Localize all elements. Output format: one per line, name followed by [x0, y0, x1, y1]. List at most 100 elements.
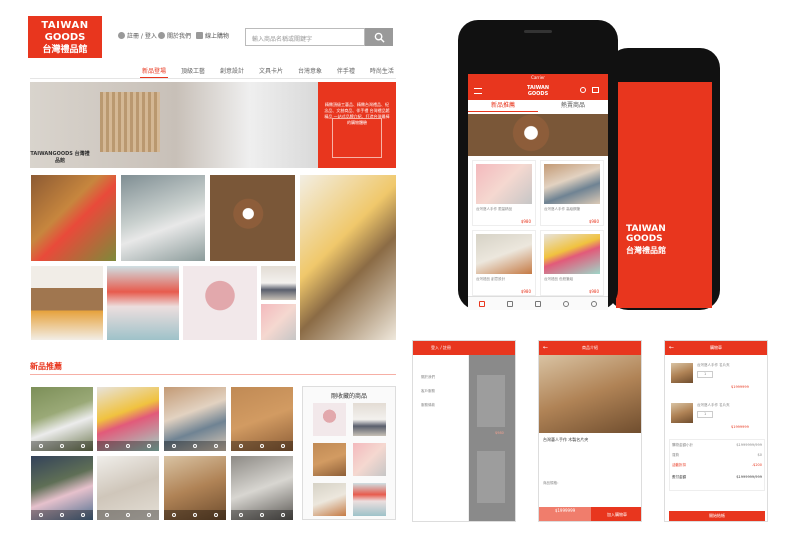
mobile-banner[interactable]: [468, 114, 608, 156]
heart-icon[interactable]: [125, 513, 130, 517]
mosaic-photo[interactable]: [261, 304, 296, 340]
share-icon[interactable]: [172, 444, 177, 448]
favorite-thumb[interactable]: [313, 403, 346, 436]
mosaic-photo[interactable]: [107, 266, 179, 340]
grid-icon[interactable]: [507, 300, 513, 307]
product-image: [476, 164, 532, 204]
tab-hot[interactable]: 熱賣商品: [538, 100, 608, 112]
heart-icon[interactable]: [192, 444, 197, 448]
info-icon[interactable]: [146, 444, 151, 448]
nav-item-new[interactable]: 新品登場: [140, 66, 169, 78]
product-card[interactable]: [231, 456, 293, 520]
mosaic-photo[interactable]: [300, 175, 396, 340]
share-icon[interactable]: [39, 444, 44, 448]
summary-label: 應付金額: [672, 475, 686, 479]
share-icon[interactable]: [39, 513, 44, 517]
info-icon[interactable]: [80, 444, 85, 448]
product-card[interactable]: [164, 387, 226, 451]
search-button[interactable]: [365, 28, 393, 46]
cart-icon[interactable]: [535, 300, 541, 307]
hero-panel: 精緻頂級工藝品、精緻台灣禮品、紀念品、文創商品、伴手禮 台灣禮品館精品 一站式品…: [318, 82, 396, 168]
mosaic-photo[interactable]: [31, 175, 116, 261]
app-home-screen: Carrier TAIWAN GOODS 新品推薦 熱賣商品 台灣藝人手作 限量精…: [468, 74, 608, 310]
nav-item-souvenir[interactable]: 伴手禮: [335, 66, 357, 78]
price-block: $1999999: [539, 507, 591, 521]
user-icon[interactable]: [591, 300, 597, 307]
info-icon[interactable]: [80, 513, 85, 517]
product-photo[interactable]: [539, 355, 641, 433]
menu-icon[interactable]: [474, 88, 482, 94]
share-icon[interactable]: [105, 513, 110, 517]
nav-item-craft[interactable]: 頂級工藝: [179, 66, 207, 78]
cart-link[interactable]: 線上購物: [196, 31, 229, 40]
search-icon[interactable]: [563, 300, 569, 307]
product-card[interactable]: [97, 387, 159, 451]
product-card[interactable]: [31, 387, 93, 451]
favorite-thumb[interactable]: [353, 443, 386, 476]
search-icon: [374, 32, 385, 43]
heart-icon[interactable]: [259, 444, 264, 448]
logo-line2: GOODS: [44, 32, 86, 43]
drawer-item-service[interactable]: 客戶服務: [421, 389, 435, 394]
mosaic-photo[interactable]: [183, 266, 257, 340]
mosaic-photo[interactable]: [121, 175, 205, 261]
heart-icon[interactable]: [259, 513, 264, 517]
heart-icon[interactable]: [125, 444, 130, 448]
mobile-product-card[interactable]: 台灣藝人手作 高級鋼筆 $980: [540, 160, 604, 226]
search-input[interactable]: 輸入商品名稱或關鍵字: [245, 28, 365, 46]
home-icon[interactable]: [479, 300, 485, 307]
cart-icon[interactable]: [592, 87, 599, 93]
dimmed-content[interactable]: $980: [469, 341, 515, 521]
drawer-item-terms[interactable]: 服務條款: [421, 403, 435, 408]
mosaic-photo[interactable]: [261, 266, 296, 300]
product-screen: 商品介紹 ← 台灣藝人手作 木製名片夾 商品規格： $1999999 加入購物車: [538, 340, 642, 522]
back-icon[interactable]: ←: [543, 344, 548, 351]
info-icon[interactable]: [280, 513, 285, 517]
card-actions: [97, 441, 159, 451]
mosaic-photo[interactable]: [210, 175, 295, 261]
product-card[interactable]: [31, 456, 93, 520]
share-icon[interactable]: [239, 444, 244, 448]
product-card[interactable]: [164, 456, 226, 520]
favorite-thumb[interactable]: [353, 403, 386, 436]
mobile-product-card[interactable]: 台灣禮品 創意設計 $980: [472, 230, 536, 296]
product-card[interactable]: [97, 456, 159, 520]
drawer-item-about[interactable]: 關於我們: [421, 375, 435, 380]
heart-icon[interactable]: [192, 513, 197, 517]
nav-item-taiwan[interactable]: 台灣意象: [296, 66, 324, 78]
share-icon[interactable]: [172, 513, 177, 517]
nav-item-stationery[interactable]: 文具卡片: [257, 66, 285, 78]
nav-item-fashion[interactable]: 時尚生活: [368, 66, 396, 78]
mobile-product-card[interactable]: 台灣禮品 色鉛筆組 $980: [540, 230, 604, 296]
qty-select[interactable]: 1: [697, 371, 714, 378]
login-link[interactable]: 註冊 / 登入: [118, 31, 157, 40]
share-icon[interactable]: [239, 513, 244, 517]
hero-banner[interactable]: TAIWANGOODS 台灣禮品館 精緻頂級工藝品、精緻台灣禮品、紀念品、文創商…: [30, 82, 396, 168]
favorite-thumb[interactable]: [313, 443, 346, 476]
back-icon[interactable]: ←: [669, 344, 674, 351]
checkout-button[interactable]: 開始結帳: [669, 511, 765, 521]
phone-speaker: [524, 30, 552, 33]
cart-item-thumb: [671, 403, 693, 423]
info-icon[interactable]: [146, 513, 151, 517]
favorite-thumb[interactable]: [353, 483, 386, 516]
product-card[interactable]: [231, 387, 293, 451]
drawer-header[interactable]: 登入 / 註冊: [413, 341, 469, 355]
tab-new[interactable]: 新品推薦: [468, 100, 538, 112]
mosaic-photo[interactable]: [31, 266, 103, 340]
favorite-thumb[interactable]: [313, 483, 346, 516]
heart-icon[interactable]: [59, 513, 64, 517]
qty-select[interactable]: 1: [697, 411, 714, 418]
info-icon[interactable]: [280, 444, 285, 448]
add-to-cart-button[interactable]: 加入購物車: [591, 507, 641, 521]
heart-icon[interactable]: [59, 444, 64, 448]
brand-logo[interactable]: TAIWAN GOODS 台灣禮品館: [28, 16, 102, 58]
nav-item-design[interactable]: 創意設計: [218, 66, 246, 78]
mobile-product-card[interactable]: 台灣藝人手作 限量精品 $980: [472, 160, 536, 226]
share-icon[interactable]: [105, 444, 110, 448]
about-link[interactable]: 關於我們: [158, 31, 191, 40]
info-icon[interactable]: [213, 513, 218, 517]
info-icon[interactable]: [213, 444, 218, 448]
search-icon[interactable]: [580, 87, 586, 93]
main-nav: 新品登場 頂級工藝 創意設計 文具卡片 台灣意象 伴手禮 時尚生活: [140, 66, 396, 78]
